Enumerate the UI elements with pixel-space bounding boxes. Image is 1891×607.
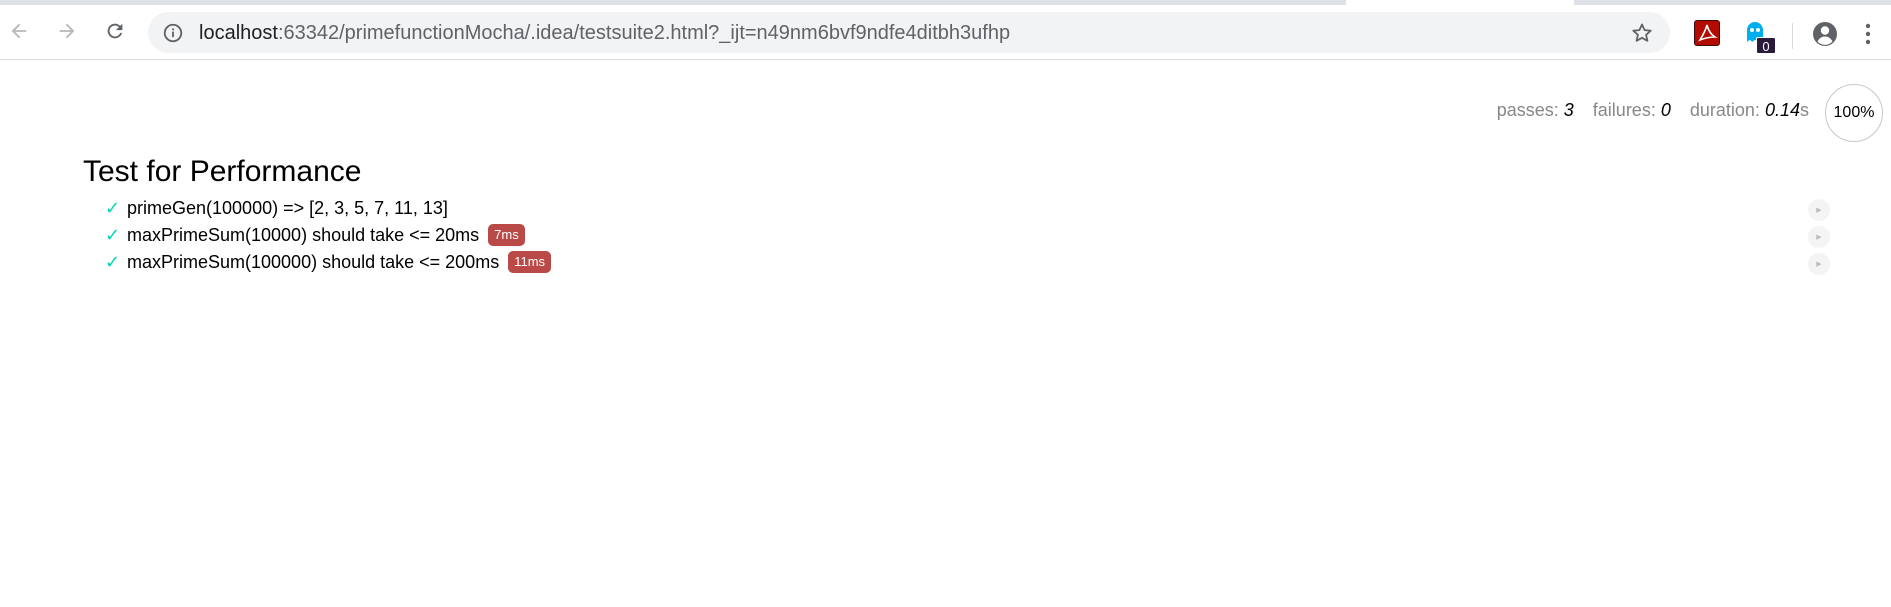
pdf-extension-icon[interactable] xyxy=(1692,18,1722,48)
replay-button[interactable]: ▶ xyxy=(1808,253,1830,275)
suite-title[interactable]: Test for Performance xyxy=(83,155,361,189)
test-item[interactable]: ✓ primeGen(100000) => [2, 3, 5, 7, 11, 1… xyxy=(105,195,448,221)
menu-icon[interactable] xyxy=(1862,21,1874,47)
duration-badge: 11ms xyxy=(508,251,552,273)
passes-count: 3 xyxy=(1563,100,1574,120)
progress-indicator: 100% xyxy=(1825,84,1883,142)
reload-button[interactable] xyxy=(100,16,130,46)
failures-label: failures: xyxy=(1592,100,1656,120)
url-path: :63342/primefunctionMocha/.idea/testsuit… xyxy=(277,22,1011,44)
test-item[interactable]: ✓ maxPrimeSum(10000) should take <= 20ms… xyxy=(105,222,525,248)
forward-icon xyxy=(59,23,75,39)
pass-check-icon: ✓ xyxy=(105,251,121,272)
profile-icon[interactable] xyxy=(1810,19,1840,49)
test-title[interactable]: maxPrimeSum(100000) should take <= 200ms xyxy=(127,252,499,273)
star-icon[interactable] xyxy=(1630,21,1654,45)
replay-icon: ▶ xyxy=(1816,234,1822,241)
duration-value: 0.14 xyxy=(1764,100,1800,120)
replay-icon: ▶ xyxy=(1816,207,1822,214)
test-title[interactable]: maxPrimeSum(10000) should take <= 20ms xyxy=(127,225,479,246)
replay-icon: ▶ xyxy=(1816,261,1822,268)
duration-label: duration: xyxy=(1689,100,1760,120)
back-icon xyxy=(11,23,27,39)
passes-label: passes: xyxy=(1496,100,1559,120)
passes-stat[interactable]: passes: 3 xyxy=(1497,100,1574,121)
failures-stat[interactable]: failures: 0 xyxy=(1593,100,1671,121)
duration-badge: 7ms xyxy=(488,224,525,246)
mocha-stats: passes: 3 failures: 0 duration: 0.14s xyxy=(1483,100,1809,121)
info-icon[interactable] xyxy=(162,22,184,44)
test-item[interactable]: ✓ maxPrimeSum(100000) should take <= 200… xyxy=(105,249,552,275)
replay-button[interactable]: ▶ xyxy=(1808,226,1830,248)
extension-badge: 0 xyxy=(1756,37,1776,54)
reload-icon xyxy=(107,23,123,39)
failures-count: 0 xyxy=(1660,100,1671,120)
url-text[interactable]: localhost:63342/primefunctionMocha/.idea… xyxy=(199,22,1010,44)
address-bar[interactable]: localhost:63342/primefunctionMocha/.idea… xyxy=(148,12,1670,53)
toolbar-separator xyxy=(1792,23,1793,49)
forward-button[interactable] xyxy=(52,16,82,46)
test-title[interactable]: primeGen(100000) => [2, 3, 5, 7, 11, 13] xyxy=(127,198,448,219)
back-button[interactable] xyxy=(4,16,34,46)
duration-unit: s xyxy=(1800,100,1809,120)
duration-stat: duration: 0.14s xyxy=(1690,100,1809,121)
browser-toolbar: localhost:63342/primefunctionMocha/.idea… xyxy=(0,5,1891,60)
replay-button[interactable]: ▶ xyxy=(1808,199,1830,221)
pass-check-icon: ✓ xyxy=(105,197,121,218)
pass-check-icon: ✓ xyxy=(105,224,121,245)
url-host: localhost xyxy=(199,22,278,44)
